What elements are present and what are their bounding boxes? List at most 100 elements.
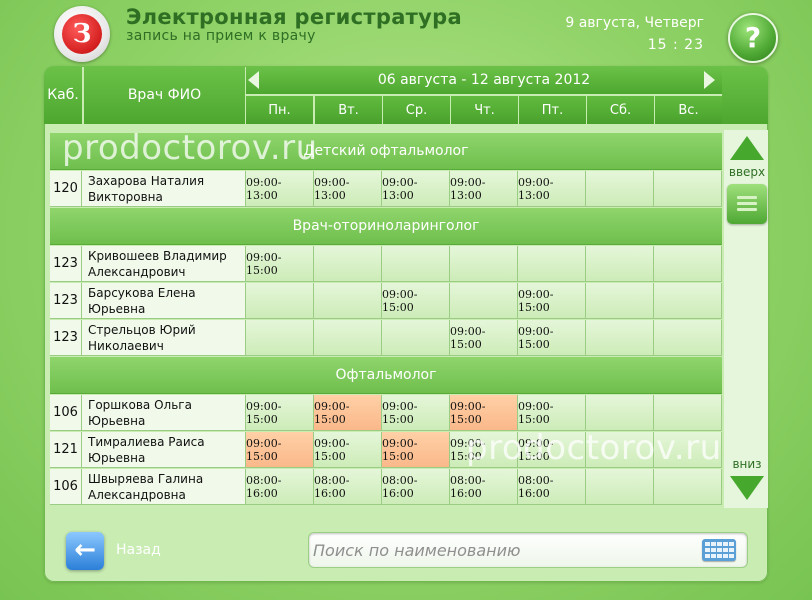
schedule-slot[interactable] [654, 320, 722, 356]
back-button[interactable]: ← [66, 532, 104, 570]
schedule-slot[interactable] [654, 469, 722, 505]
cabinet-number: 120 [50, 171, 82, 207]
schedule-slot[interactable]: 09:00-13:00 [518, 171, 586, 207]
search-input[interactable] [308, 532, 748, 568]
doctor-name[interactable]: Барсукова Елена Юрьевна [82, 283, 246, 319]
column-header-kab: Каб. [44, 66, 82, 124]
doctor-row[interactable]: 106 Горшкова Ольга Юрьевна 09:00-15:00 09:0… [50, 395, 722, 431]
key-icon [729, 542, 734, 546]
header-corner [722, 66, 768, 124]
help-button[interactable]: ? [728, 13, 778, 63]
key-icon [729, 548, 734, 552]
doctor-row[interactable]: 123 Стрельцов Юрий Николаевич 09:00-15:00 0… [50, 320, 722, 356]
schedule-slot[interactable] [382, 320, 450, 356]
schedule-slot[interactable]: 09:00-15:00 [450, 395, 518, 431]
schedule-slot[interactable]: 09:00-15:00 [246, 246, 314, 282]
schedule-slot[interactable]: 08:00-16:00 [518, 469, 586, 505]
doctor-name[interactable]: Горшкова Ольга Юрьевна [82, 395, 246, 431]
schedule-slot[interactable] [314, 246, 382, 282]
schedule-slot[interactable] [586, 171, 654, 207]
cabinet-number: 123 [50, 320, 82, 356]
doctor-row[interactable]: 106 Швыряева Галина Александровна 08:00-16… [50, 469, 722, 505]
prev-week-arrow-icon[interactable] [248, 71, 259, 89]
doctor-name[interactable]: Тимралиева Раиса Юрьевна [82, 432, 246, 468]
key-icon [705, 548, 710, 552]
schedule-slot[interactable]: 09:00-15:00 [314, 432, 382, 468]
back-label[interactable]: Назад [116, 542, 161, 558]
schedule-slot[interactable] [314, 283, 382, 319]
schedule-slot[interactable]: 09:00-15:00 [382, 395, 450, 431]
arrow-left-icon: ← [74, 535, 96, 565]
doctor-name[interactable]: Стрельцов Юрий Николаевич [82, 320, 246, 356]
week-range: 06 августа - 12 августа 2012 [377, 72, 591, 88]
key-icon [723, 548, 728, 552]
schedule-slot[interactable]: 09:00-15:00 [246, 432, 314, 468]
schedule-slot[interactable] [314, 320, 382, 356]
schedule-slot[interactable] [654, 246, 722, 282]
schedule-slot[interactable] [450, 283, 518, 319]
key-icon [723, 554, 728, 558]
key-icon [717, 554, 722, 558]
schedule-slot[interactable] [586, 469, 654, 505]
schedule-slot[interactable]: 08:00-16:00 [314, 469, 382, 505]
doctor-row[interactable]: 123 Кривошеев Владимир Александрович 09:00… [50, 246, 722, 282]
doctor-name[interactable]: Захарова Наталия Викторовна [82, 171, 246, 207]
doctor-name[interactable]: Швыряева Галина Александровна [82, 469, 246, 505]
doctor-row[interactable]: 120 Захарова Наталия Викторовна 09:00-13:0… [50, 171, 722, 207]
logo-letter: З [62, 14, 102, 54]
schedule-slot[interactable]: 09:00-15:00 [246, 395, 314, 431]
key-icon [705, 542, 710, 546]
keyboard-icon[interactable] [702, 539, 736, 561]
schedule-slot[interactable] [518, 246, 586, 282]
specialty-header: Врач-оториноларинголог [50, 208, 722, 245]
cabinet-number: 106 [50, 395, 82, 431]
scroll-thumb-button[interactable] [727, 184, 767, 224]
current-date: 9 августа, Четверг [565, 15, 704, 31]
day-header: Вс. [655, 96, 722, 124]
schedule-slot[interactable] [246, 320, 314, 356]
schedule-slot[interactable] [654, 395, 722, 431]
key-icon [717, 548, 722, 552]
day-header: Чт. [451, 96, 518, 124]
schedule-slot[interactable] [450, 246, 518, 282]
scroll-up-button[interactable] [729, 136, 765, 162]
schedule-slot[interactable]: 09:00-15:00 [382, 283, 450, 319]
schedule-slot[interactable]: 09:00-15:00 [382, 432, 450, 468]
key-icon [717, 542, 722, 546]
schedule-slot[interactable] [586, 283, 654, 319]
schedule-slot[interactable]: 09:00-15:00 [518, 395, 586, 431]
menu-line-icon [737, 196, 757, 199]
schedule-slot[interactable] [246, 283, 314, 319]
watermark-top: prodoctorov.ru [62, 128, 318, 168]
schedule-slot[interactable] [586, 395, 654, 431]
schedule-slot[interactable]: 08:00-16:00 [382, 469, 450, 505]
schedule-slot[interactable]: 09:00-13:00 [314, 171, 382, 207]
cabinet-number: 106 [50, 469, 82, 505]
schedule-slot[interactable]: 09:00-15:00 [450, 320, 518, 356]
scroll-down-button[interactable] [729, 476, 765, 502]
schedule-slot[interactable] [586, 246, 654, 282]
schedule-slot[interactable]: 08:00-16:00 [450, 469, 518, 505]
next-week-arrow-icon[interactable] [704, 71, 715, 89]
cabinet-number: 123 [50, 283, 82, 319]
current-time: 15 : 23 [647, 37, 704, 53]
schedule-slot[interactable]: 09:00-15:00 [518, 283, 586, 319]
schedule-slot[interactable] [654, 283, 722, 319]
doctor-row[interactable]: 123 Барсукова Елена Юрьевна 09:00-15:00 09:… [50, 283, 722, 319]
menu-line-icon [737, 208, 757, 211]
scroll-down-label: вниз [732, 457, 762, 471]
schedule-slot[interactable]: 09:00-15:00 [518, 320, 586, 356]
schedule-slot[interactable]: 09:00-13:00 [246, 171, 314, 207]
cabinet-number: 121 [50, 432, 82, 468]
menu-line-icon [737, 202, 757, 205]
schedule-slot[interactable]: 09:00-13:00 [450, 171, 518, 207]
schedule-slot[interactable] [654, 171, 722, 207]
schedule-slot[interactable] [586, 320, 654, 356]
doctor-name[interactable]: Кривошеев Владимир Александрович [82, 246, 246, 282]
scroll-up-label: вверх [728, 165, 766, 179]
schedule-slot[interactable] [382, 246, 450, 282]
schedule-slot[interactable]: 09:00-15:00 [314, 395, 382, 431]
schedule-slot[interactable]: 09:00-13:00 [382, 171, 450, 207]
schedule-slot[interactable]: 08:00-16:00 [246, 469, 314, 505]
key-icon [729, 554, 734, 558]
